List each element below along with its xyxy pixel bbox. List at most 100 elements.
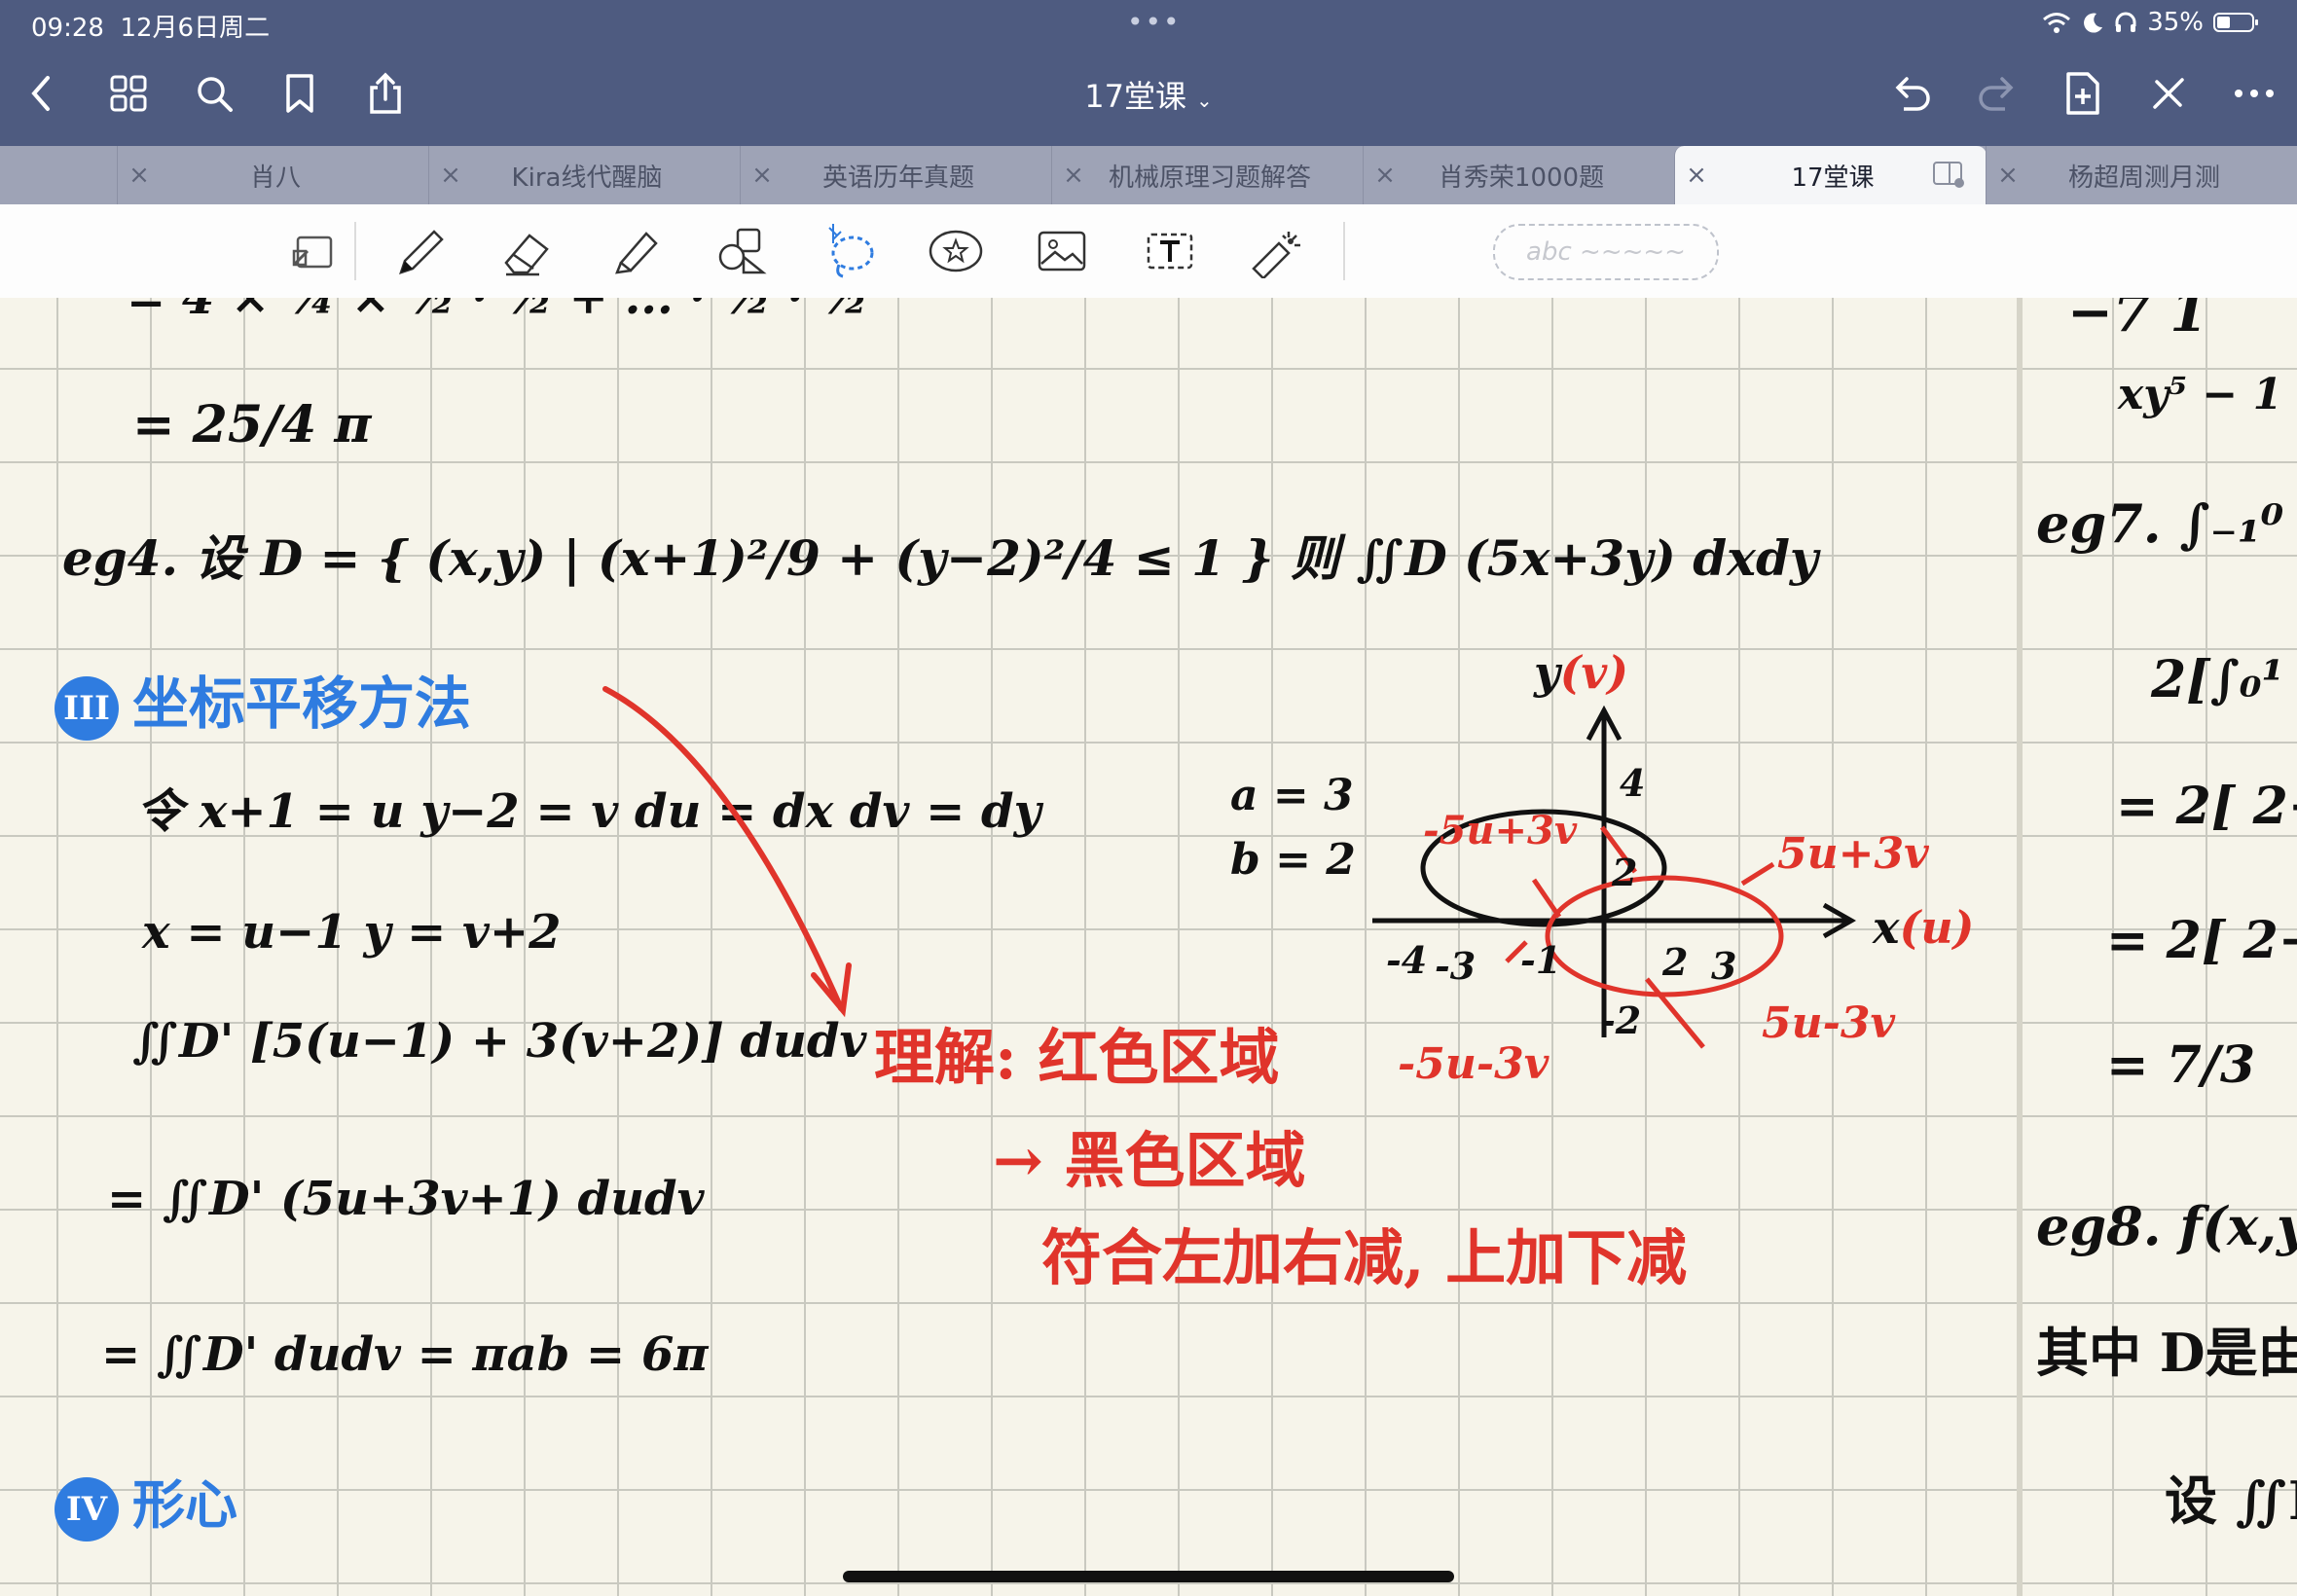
right-eg7: eg7. ∫₋₁⁰ d — [2036, 492, 2297, 555]
tick-neg2: -2 — [1600, 998, 1642, 1042]
status-date: 12月6日周二 — [120, 14, 271, 43]
tick-x3: 3 — [1711, 944, 1737, 988]
right-eg8-desc: 其中 D是由 — [2036, 1322, 2297, 1384]
red-note-3: 符合左加右减, 上加下减 — [1041, 1222, 1688, 1293]
redo-button[interactable] — [1972, 68, 2023, 119]
tick-neg1: -1 — [1520, 938, 1562, 982]
right-line-1: 2[∫₀¹ — [2151, 650, 2284, 709]
close-icon[interactable]: × — [429, 161, 472, 190]
close-icon[interactable]: × — [1987, 161, 2029, 190]
tab-english[interactable]: × 英语历年真题 — [740, 146, 1052, 204]
handwritten-integral-2: = ∬D' (5u+3v+1) dudv — [107, 1172, 705, 1226]
section-title: 坐标平移方法 — [132, 671, 472, 737]
drawing-toolbar: abc ~~~~~ — [0, 204, 2297, 299]
axis-label-y-text: y — [1534, 646, 1560, 699]
text-style-preview[interactable]: abc ~~~~~ — [1493, 224, 1719, 280]
chevron-down-icon: ⌄ — [1195, 89, 1213, 112]
right-line-3: = 2[ 2− — [2106, 911, 2297, 970]
top-bar: 09:28 12月6日周二 ••• 35% 17堂课 ⌄ — [0, 0, 2297, 146]
status-time-date: 09:28 12月6日周二 — [31, 8, 270, 44]
close-icon[interactable]: × — [741, 161, 784, 190]
status-icons: 35% — [2042, 8, 2260, 37]
document-title[interactable]: 17堂课 ⌄ — [0, 72, 2297, 117]
tab-label: Kira线代醒脑 — [511, 163, 663, 193]
lasso-icon — [828, 224, 874, 278]
highlighter-icon — [615, 232, 658, 274]
tab-label: 机械原理习题解答 — [1108, 163, 1311, 193]
handwritten-line-top: = 4 × ¼ × ½ · ½ + ... · ½ · ½ — [127, 298, 869, 325]
pen-settings-button[interactable] — [2143, 68, 2194, 119]
battery-percent: 35% — [2147, 8, 2204, 37]
tick-x2: 2 — [1662, 940, 1689, 984]
eraser-tool[interactable] — [498, 222, 557, 280]
close-icon[interactable]: × — [1675, 161, 1718, 190]
battery-icon — [2213, 13, 2258, 32]
tick-neg3: -3 — [1435, 944, 1477, 988]
lasso-tool[interactable] — [820, 222, 878, 280]
eraser-icon — [504, 234, 549, 276]
handwritten-inverse-sub: x = u−1 y = v+2 — [142, 905, 562, 960]
tab-mechanics[interactable]: × 机械原理习题解答 — [1051, 146, 1364, 204]
shapes-tool[interactable] — [712, 222, 771, 280]
section-number-badge: III — [55, 676, 119, 741]
add-page-icon — [2066, 72, 2099, 115]
axis-label-u: (u) — [1899, 901, 1975, 954]
headphones-icon — [2115, 12, 2136, 32]
axis-label-x: x(u) — [1873, 901, 1974, 954]
tab-bar: × 肖八 × Kira线代醒脑 × 英语历年真题 × 机械原理习题解答 × 肖秀荣1000… — [0, 146, 2297, 204]
handwritten-result-1: = 25/4 π — [132, 395, 372, 454]
add-page-button[interactable] — [2058, 68, 2108, 119]
handwritten-integral-3: = ∬D' dudv = πab = 6π — [101, 1327, 709, 1382]
section-title: 形心 — [132, 1473, 237, 1536]
note-canvas[interactable]: = 4 × ¼ × ½ · ½ + ... · ½ · ½ = 25/4 π e… — [0, 298, 2297, 1596]
pencil-cross-icon — [2153, 78, 2184, 109]
redo-icon — [1979, 77, 2014, 111]
handwritten-a: a = 3 — [1230, 771, 1354, 820]
page-separator — [2017, 298, 2023, 1596]
more-icon — [2235, 90, 2274, 97]
image-tool[interactable] — [1034, 222, 1092, 280]
tab-label: 肖八 — [249, 163, 301, 193]
text-tool[interactable] — [1141, 222, 1199, 280]
more-button[interactable] — [2229, 68, 2279, 119]
tab-kira[interactable]: × Kira线代醒脑 — [428, 146, 741, 204]
section-heading-3: III 坐标平移方法 — [55, 658, 471, 741]
right-eg8: eg8. f(x,y) — [2036, 1195, 2297, 1257]
tick-2: 2 — [1612, 851, 1638, 894]
undo-button[interactable] — [1886, 68, 1937, 119]
label-neg5u-minus-3v: -5u-3v — [1398, 1039, 1550, 1089]
tab-xiaoba[interactable]: × 肖八 — [117, 146, 429, 204]
multitask-dots-icon[interactable]: ••• — [1127, 6, 1182, 38]
shapes-icon — [718, 228, 767, 274]
laser-pointer-tool[interactable] — [1248, 222, 1306, 280]
toolbar-divider — [1343, 222, 1345, 280]
tab-yangchao[interactable]: × 杨超周测月测 — [1986, 146, 2297, 204]
tab-label: 英语历年真题 — [821, 163, 974, 193]
read-only-mode-tool[interactable] — [284, 222, 343, 280]
image-icon — [1038, 231, 1086, 272]
label-5u-minus-3v: 5u-3v — [1762, 998, 1896, 1048]
pen-tool[interactable] — [391, 222, 450, 280]
red-arrow — [602, 686, 852, 1018]
tab-17-lessons[interactable]: × 17堂课 — [1674, 146, 1987, 204]
close-icon[interactable]: × — [1052, 161, 1095, 190]
handwritten-b: b = 2 — [1230, 835, 1356, 885]
close-icon[interactable]: × — [1364, 161, 1406, 190]
label-5u-plus-3v: 5u+3v — [1777, 829, 1929, 879]
axis-label-x-text: x — [1873, 901, 1900, 954]
right-line-2: = 2[ 2− — [2116, 777, 2297, 836]
laser-pointer-icon — [1252, 232, 1300, 278]
elements-tool[interactable] — [927, 222, 985, 280]
close-icon[interactable]: × — [118, 161, 161, 190]
red-note-1: 理解: 红色区域 — [874, 1022, 1280, 1093]
red-note-2: → 黑色区域 — [993, 1125, 1306, 1196]
text-box-icon — [1147, 233, 1193, 270]
home-indicator[interactable] — [843, 1571, 1454, 1582]
split-view-icon[interactable] — [1932, 161, 1967, 190]
tab-label: 杨超周测月测 — [2067, 163, 2220, 193]
highlighter-tool[interactable] — [605, 222, 664, 280]
tick-neg4: -4 — [1386, 938, 1428, 982]
tick-4: 4 — [1620, 761, 1646, 805]
tab-xiaoxiurong[interactable]: × 肖秀荣1000题 — [1363, 146, 1675, 204]
undo-icon — [1895, 77, 1930, 111]
